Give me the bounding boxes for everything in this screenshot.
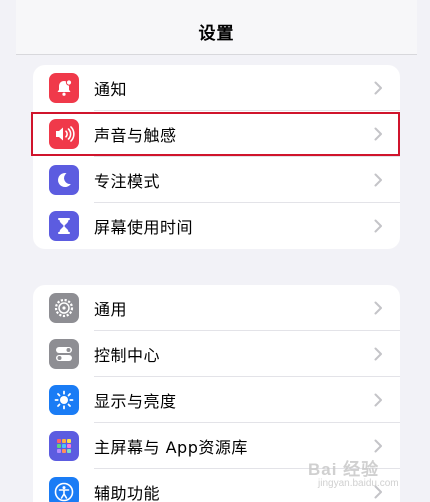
settings-row-focus[interactable]: 专注模式 [33,157,400,203]
toggles-icon [49,339,79,369]
settings-row-label: 屏幕使用时间 [94,218,194,237]
settings-row-control-center[interactable]: 控制中心 [33,331,400,377]
hourglass-icon [49,211,79,241]
settings-row-notifications[interactable]: 通知 [33,65,400,111]
settings-row-sounds-haptics[interactable]: 声音与触感 [33,111,400,157]
watermark-url: jingyan.baidu.com [318,478,399,489]
chevron-right-icon [374,393,382,407]
settings-row-label: 通用 [94,300,128,319]
page-title: 设置 [198,23,235,44]
settings-row-display-brightness[interactable]: 显示与亮度 [33,377,400,423]
moon-icon [49,165,79,195]
bell-icon [49,73,79,103]
chevron-right-icon [374,81,382,95]
chevron-right-icon [374,173,382,187]
settings-row-label: 专注模式 [94,172,161,191]
settings-row-label: 通知 [94,80,128,99]
sun-icon [49,385,79,415]
settings-row-label: 声音与触感 [94,126,177,145]
gear-icon [49,293,79,323]
settings-row-label: 控制中心 [94,346,161,365]
settings-row-screen-time[interactable]: 屏幕使用时间 [33,203,400,249]
settings-row-label: 主屏幕与 App资源库 [94,438,248,457]
settings-group-1: 通知 声音与触感 专注模式 屏幕使用时间 [33,65,400,249]
settings-row-label: 显示与亮度 [94,392,177,411]
accessibility-icon [49,477,79,502]
nav-header: 设置 [16,0,417,55]
app-grid-icon [49,431,79,461]
chevron-right-icon [374,127,382,141]
chevron-right-icon [374,219,382,233]
speaker-icon [49,119,79,149]
settings-row-general[interactable]: 通用 [33,285,400,331]
chevron-right-icon [374,347,382,361]
settings-row-label: 辅助功能 [94,484,161,502]
chevron-right-icon [374,439,382,453]
watermark-logo: Bai 经验 [308,460,380,479]
chevron-right-icon [374,301,382,315]
